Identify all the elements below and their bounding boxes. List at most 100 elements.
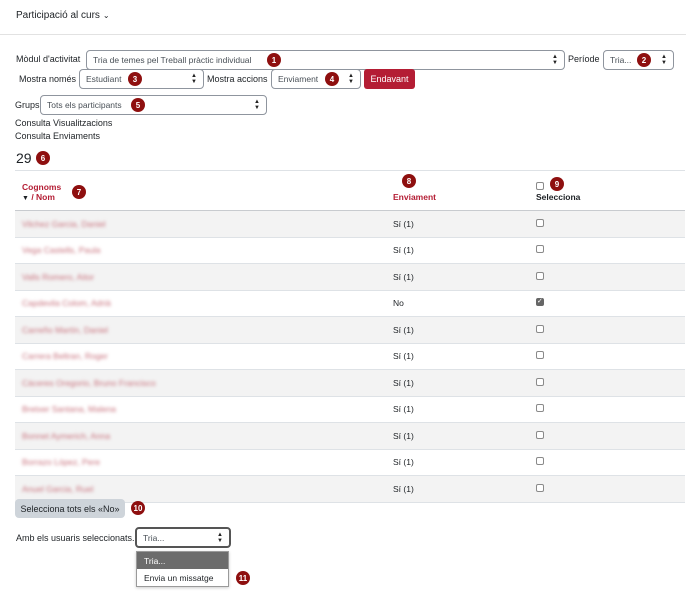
participant-name-link[interactable]: Anuel Garcia, Ruel <box>22 484 93 494</box>
table-row: Cáceres Oregorio, Bruno Francisco Sí (1) <box>15 369 685 397</box>
participant-name-cell: Carreño Martín, Daniel <box>15 316 386 344</box>
participant-name-link[interactable]: Vilchez Garcia, Daniel <box>22 219 105 229</box>
table-header-row: Cognoms ▼ / Nom Enviament Selecciona <box>15 170 685 211</box>
table-row: Bretxer Santana, Malena Sí (1) <box>15 396 685 423</box>
badge-10: 10 <box>131 501 145 515</box>
participant-name-cell: Vega Castells, Paula <box>15 237 386 264</box>
table-row: Vilchez Garcia, Daniel Sí (1) <box>15 210 685 238</box>
bulk-action-select[interactable]: Tria... ▲ ▼ <box>135 527 231 548</box>
participant-name-link[interactable]: Bretxer Santana, Malena <box>22 404 116 414</box>
select-cell <box>529 369 685 397</box>
select-arrows-icon: ▲ ▼ <box>552 54 558 66</box>
submission-cell: Sí (1) <box>386 316 529 344</box>
participant-name-link[interactable]: Bonnet Aymerich, Anna <box>22 431 110 441</box>
sort-surname-link[interactable]: Cognoms <box>22 182 61 192</box>
select-cell <box>529 210 685 238</box>
row-select-checkbox[interactable] <box>536 404 544 413</box>
submission-cell: Sí (1) <box>386 475 529 503</box>
submissions-link[interactable]: Consulta Enviaments <box>15 131 100 141</box>
select-cell <box>529 290 685 317</box>
submission-cell: Sí (1) <box>386 263 529 291</box>
select-all-checkbox[interactable] <box>536 182 544 190</box>
dropdown-option-send-message[interactable]: Envia un missatge <box>137 569 228 586</box>
groups-label: Grups <box>15 100 40 110</box>
participant-name-link[interactable]: Carreño Martín, Daniel <box>22 325 108 335</box>
go-button[interactable]: Endavant <box>364 69 415 89</box>
table-row: Carrera Beltran, Roger Sí (1) <box>15 343 685 370</box>
badge-8: 8 <box>402 174 416 188</box>
badge-9: 9 <box>550 177 564 191</box>
period-select-value: Tria... <box>610 55 632 65</box>
module-select-value: Tria de temes pel Treball pràctic indivi… <box>93 55 252 65</box>
participation-table: Cognoms ▼ / Nom Enviament Selecciona Vil… <box>15 170 685 503</box>
table-body: Vilchez Garcia, Daniel Sí (1) Vega Castell… <box>15 210 685 503</box>
show-only-label: Mostra només <box>19 74 77 84</box>
select-cell <box>529 449 685 476</box>
participant-name-link[interactable]: Borrazo López, Pere <box>22 457 100 467</box>
participant-name-cell: Valls Romero, Aitor <box>15 263 386 291</box>
badge-11: 11 <box>236 571 250 585</box>
select-cell <box>529 422 685 450</box>
sort-desc-icon: ▼ <box>22 195 29 202</box>
submission-cell: Sí (1) <box>386 237 529 264</box>
divider <box>0 34 686 35</box>
row-select-checkbox[interactable] <box>536 430 544 439</box>
participant-name-link[interactable]: Carrera Beltran, Roger <box>22 351 108 361</box>
row-select-checkbox[interactable] <box>536 351 544 360</box>
page-title[interactable]: Participació al curs ⌄ <box>16 10 110 21</box>
row-select-checkbox[interactable] <box>536 483 544 492</box>
sort-name-link[interactable]: / Nom <box>31 192 55 202</box>
select-header-label: Selecciona <box>536 192 581 202</box>
table-row: Carreño Martín, Daniel Sí (1) <box>15 316 685 344</box>
row-select-checkbox[interactable] <box>536 218 544 227</box>
select-arrows-icon: ▲ ▼ <box>191 73 197 85</box>
row-select-checkbox[interactable] <box>536 457 544 466</box>
show-only-select-value: Estudiant <box>86 74 122 84</box>
submission-cell: Sí (1) <box>386 449 529 476</box>
participant-name-cell: Borrazo López, Pere <box>15 449 386 476</box>
participant-name-link[interactable]: Vega Castells, Paula <box>22 245 100 255</box>
select-header: Selecciona <box>529 170 685 211</box>
badge-5: 5 <box>131 98 145 112</box>
show-actions-select[interactable]: Enviament ▲ ▼ <box>271 69 361 89</box>
surname-name-header: Cognoms ▼ / Nom <box>15 170 386 211</box>
participant-name-cell: Carrera Beltran, Roger <box>15 343 386 370</box>
badge-1: 1 <box>267 53 281 67</box>
participant-name-cell: Cáceres Oregorio, Bruno Francisco <box>15 369 386 397</box>
row-select-checkbox[interactable] <box>536 271 544 280</box>
table-row: Valls Romero, Aitor Sí (1) <box>15 263 685 291</box>
badge-6: 6 <box>36 151 50 165</box>
row-select-checkbox[interactable] <box>536 297 544 307</box>
row-select-checkbox[interactable] <box>536 377 544 386</box>
module-select[interactable]: Tria de temes pel Treball pràctic indivi… <box>86 50 565 70</box>
groups-select-value: Tots els participants <box>47 100 122 110</box>
select-cell <box>529 237 685 264</box>
groups-select[interactable]: Tots els participants ▲ ▼ <box>40 95 267 115</box>
select-arrows-icon: ▲ ▼ <box>217 531 223 544</box>
period-label: Període <box>568 54 600 64</box>
badge-3: 3 <box>128 72 142 86</box>
badge-2: 2 <box>637 53 651 67</box>
participant-count: 29 <box>16 150 32 166</box>
participant-name-link[interactable]: Capdevila Colom, Adrià <box>22 298 111 308</box>
submission-cell: No <box>386 290 529 317</box>
bulk-action-select-value: Tria... <box>143 532 165 543</box>
select-arrows-icon: ▲ ▼ <box>661 54 667 66</box>
select-all-no-button[interactable]: Selecciona tots els «No» <box>15 499 125 518</box>
submission-cell: Sí (1) <box>386 396 529 423</box>
participant-name-link[interactable]: Valls Romero, Aitor <box>22 272 94 282</box>
chevron-down-icon: ⌄ <box>102 11 110 20</box>
views-link[interactable]: Consulta Visualitzacions <box>15 118 112 128</box>
participant-name-cell: Capdevila Colom, Adrià <box>15 290 386 317</box>
select-cell <box>529 396 685 423</box>
select-cell <box>529 475 685 503</box>
table-row: Capdevila Colom, Adrià No <box>15 290 685 317</box>
dropdown-option-choose[interactable]: Tria... <box>137 552 228 569</box>
submission-cell: Sí (1) <box>386 369 529 397</box>
row-select-checkbox[interactable] <box>536 324 544 333</box>
participant-name-link[interactable]: Cáceres Oregorio, Bruno Francisco <box>22 378 156 388</box>
select-arrows-icon: ▲ ▼ <box>254 99 260 111</box>
row-select-checkbox[interactable] <box>536 245 544 254</box>
bulk-action-label: Amb els usuaris seleccionats... <box>16 533 140 543</box>
submission-cell: Sí (1) <box>386 343 529 370</box>
